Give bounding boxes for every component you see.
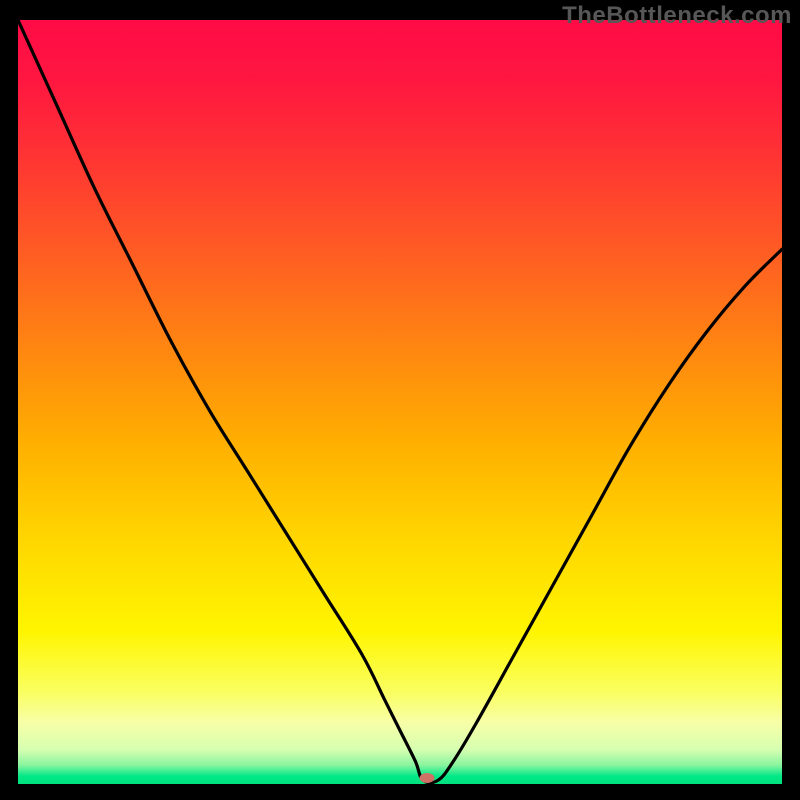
chart-frame: TheBottleneck.com <box>0 0 800 800</box>
watermark-text: TheBottleneck.com <box>562 2 792 30</box>
optimal-marker <box>419 773 434 783</box>
bottleneck-curve <box>18 20 782 784</box>
plot-area <box>18 20 782 784</box>
